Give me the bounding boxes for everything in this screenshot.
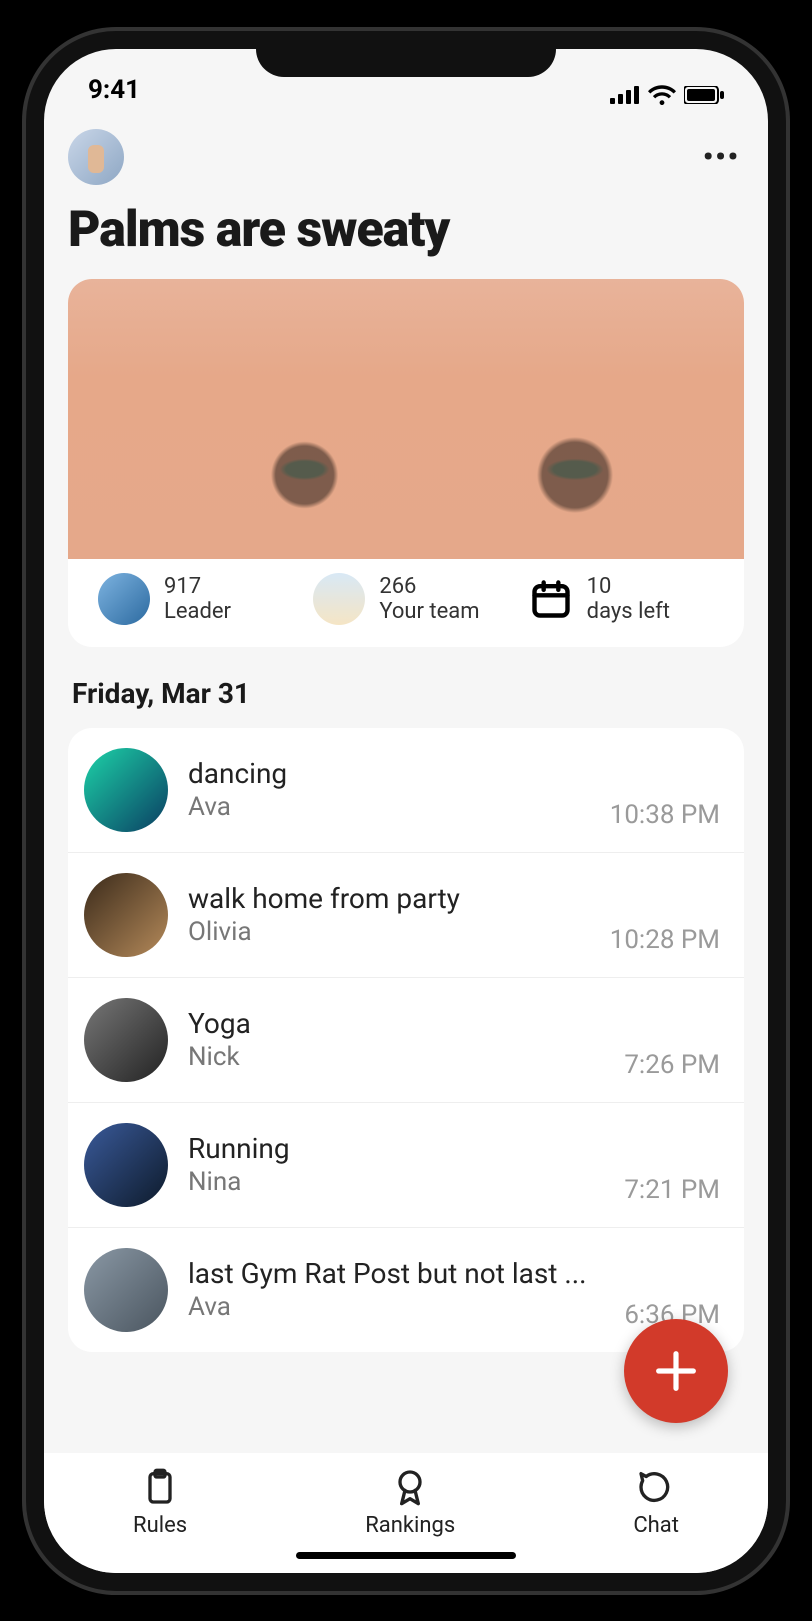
notch: [256, 31, 556, 77]
feed-item-avatar: [84, 998, 168, 1082]
feed-item-title: Running: [188, 1132, 604, 1165]
feed-item[interactable]: Running Nina 7:21 PM: [68, 1103, 744, 1228]
feed-item-user: Olivia: [188, 917, 590, 947]
feed-item-avatar: [84, 873, 168, 957]
feed-item-avatar: [84, 1248, 168, 1332]
feed-item[interactable]: Yoga Nick 7:26 PM: [68, 978, 744, 1103]
feed-item[interactable]: walk home from party Olivia 10:28 PM: [68, 853, 744, 978]
nav-rules[interactable]: Rules: [133, 1467, 187, 1538]
stat-days-left[interactable]: 10 days left: [529, 574, 714, 624]
phone-frame: 9:41 ••• Palms are sweaty 917: [26, 31, 786, 1591]
page-title: Palms are sweaty: [68, 201, 744, 259]
feed-item-time: 10:28 PM: [610, 925, 720, 955]
wifi-icon: [648, 85, 676, 105]
date-header: Friday, Mar 31: [72, 677, 744, 710]
battery-icon: [684, 86, 724, 104]
feed-item-avatar: [84, 1123, 168, 1207]
calendar-icon: [529, 577, 573, 621]
ribbon-icon: [390, 1467, 430, 1507]
days-label: days left: [587, 599, 670, 624]
stat-leader[interactable]: 917 Leader: [98, 573, 283, 625]
team-avatar: [313, 573, 365, 625]
feed-item-time: 7:21 PM: [624, 1175, 720, 1205]
header-row: •••: [68, 129, 744, 185]
feed-item-title: last Gym Rat Post but not last ...: [188, 1257, 604, 1290]
home-indicator[interactable]: [296, 1552, 516, 1559]
feed-item[interactable]: dancing Ava 10:38 PM: [68, 728, 744, 853]
leader-value: 917: [164, 574, 231, 599]
feed-item-title: walk home from party: [188, 882, 590, 915]
more-icon[interactable]: •••: [703, 140, 744, 173]
team-value: 266: [379, 574, 479, 599]
nav-chat-label: Chat: [633, 1513, 679, 1538]
feed-item-title: dancing: [188, 757, 590, 790]
nav-chat[interactable]: Chat: [633, 1467, 679, 1538]
leader-avatar: [98, 573, 150, 625]
feed-item-avatar: [84, 748, 168, 832]
nav-rules-label: Rules: [133, 1513, 187, 1538]
leader-label: Leader: [164, 599, 231, 624]
days-value: 10: [587, 574, 670, 599]
feed-item-user: Ava: [188, 1292, 604, 1322]
chat-icon: [636, 1467, 676, 1507]
plus-icon: [650, 1345, 702, 1397]
feed-item-user: Nina: [188, 1167, 604, 1197]
status-indicators: [610, 85, 724, 105]
screen: 9:41 ••• Palms are sweaty 917: [44, 49, 768, 1573]
team-label: Your team: [379, 599, 479, 624]
cellular-icon: [610, 86, 640, 104]
status-time: 9:41: [88, 75, 140, 105]
clipboard-icon: [140, 1467, 180, 1507]
challenge-card[interactable]: 917 Leader 266 Your team: [68, 279, 744, 647]
challenge-cover-image: [68, 279, 744, 559]
content-area[interactable]: ••• Palms are sweaty 917 Leader: [44, 111, 768, 1453]
add-post-button[interactable]: [624, 1319, 728, 1423]
nav-rankings-label: Rankings: [365, 1513, 455, 1538]
challenge-stats-row: 917 Leader 266 Your team: [68, 559, 744, 647]
nav-rankings[interactable]: Rankings: [365, 1467, 455, 1538]
stat-team[interactable]: 266 Your team: [313, 573, 498, 625]
profile-avatar[interactable]: [68, 129, 124, 185]
feed-item-time: 7:26 PM: [624, 1050, 720, 1080]
feed-item-user: Ava: [188, 792, 590, 822]
feed-item-time: 10:38 PM: [610, 800, 720, 830]
feed-item-title: Yoga: [188, 1007, 604, 1040]
activity-feed: dancing Ava 10:38 PM walk home from part…: [68, 728, 744, 1352]
feed-item-user: Nick: [188, 1042, 604, 1072]
